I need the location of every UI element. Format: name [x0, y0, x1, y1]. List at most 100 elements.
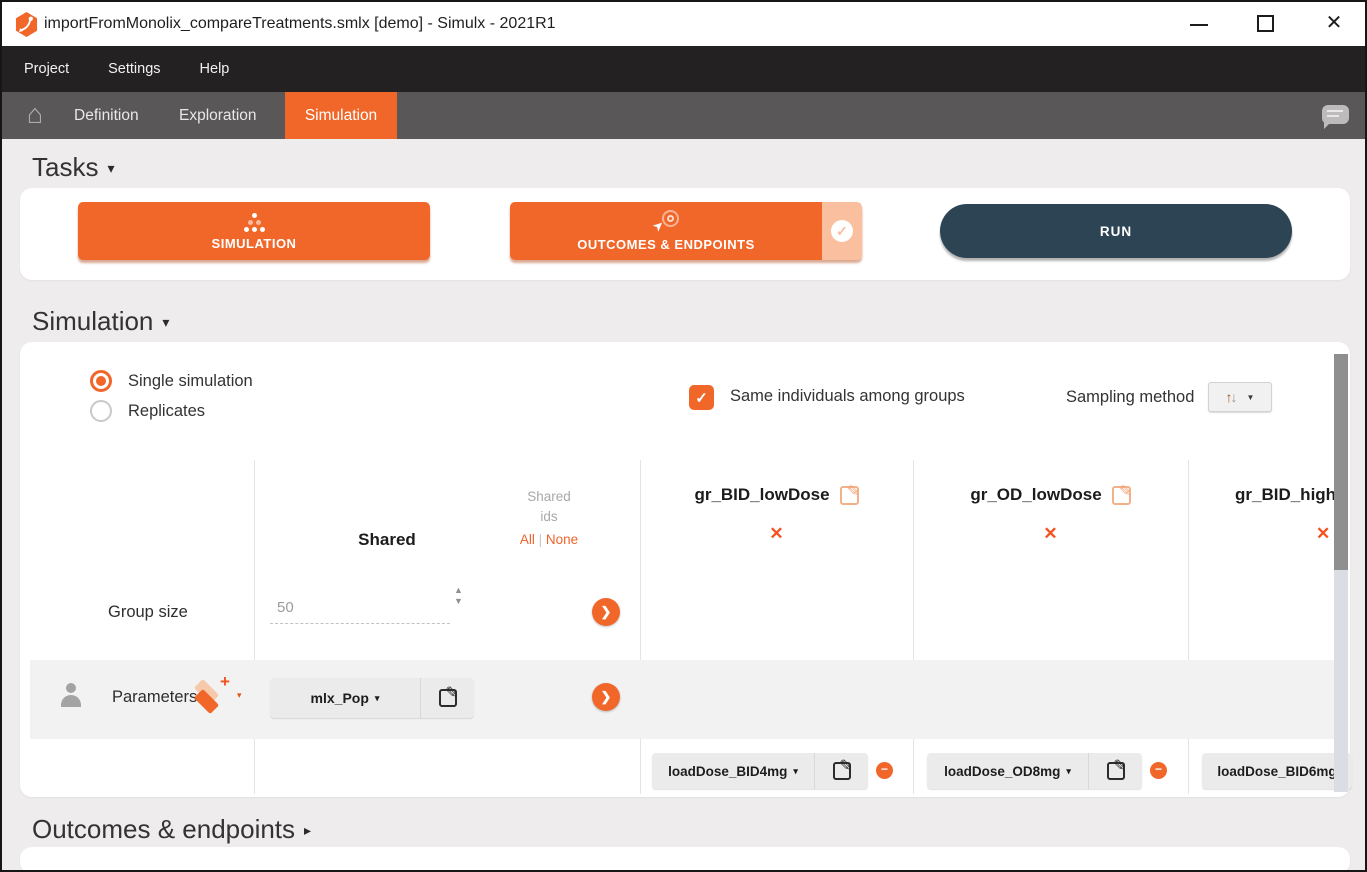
shared-ids-label-line2: ids	[509, 509, 589, 524]
same-individuals-label[interactable]: Same individuals among groups	[730, 387, 965, 406]
simulation-section-heading[interactable]: Simulation ▾	[32, 306, 169, 337]
title-bar: importFromMonolix_compareTreatments.smlx…	[2, 2, 1365, 46]
shared-ids-separator: |	[539, 532, 543, 547]
group-2-remove-icon[interactable]: ✕	[913, 524, 1188, 544]
group-size-input[interactable]	[270, 592, 450, 624]
edit-pencil-icon: ✎	[833, 762, 851, 780]
tab-bar: ⌂ Definition Exploration Simulation	[2, 92, 1365, 139]
simulation-collapse-caret-icon: ▾	[162, 314, 169, 330]
outcomes-task-label: OUTCOMES & ENDPOINTS	[577, 237, 755, 252]
outcomes-done-check-icon: ✓	[831, 220, 853, 242]
group-2-edit-icon[interactable]: ✎	[1112, 486, 1131, 505]
sampling-caret-icon: ▼	[1247, 393, 1255, 402]
group-2-treatment-remove-icon[interactable]: −	[1150, 762, 1167, 779]
outcomes-done-strip[interactable]: ✓	[822, 202, 862, 260]
shared-column-header: Shared	[327, 530, 447, 550]
vertical-scrollbar-track[interactable]	[1334, 354, 1348, 792]
simulation-heading-label: Simulation	[32, 306, 153, 336]
group-3-treatment-combo: loadDose_BID6mg	[1202, 753, 1352, 789]
tab-definition[interactable]: Definition	[74, 92, 139, 139]
parameters-row-label: Parameters	[112, 688, 197, 707]
stepper-up-icon[interactable]: ▲	[454, 586, 463, 595]
shared-parameters-dropdown[interactable]: mlx_Pop ▾	[270, 678, 420, 718]
sort-down-arrow-icon: ↓	[1231, 389, 1238, 405]
tasks-card: SIMULATION ➤ OUTCOMES & ENDPOINTS ✓ RUN	[20, 188, 1350, 280]
edit-pencil-icon: ✎	[1107, 762, 1125, 780]
app-window: importFromMonolix_compareTreatments.smlx…	[0, 0, 1367, 872]
tasks-section-heading[interactable]: Tasks ▾	[32, 152, 115, 183]
dropdown-caret-icon: ▾	[375, 693, 380, 704]
menu-bar: Project Settings Help	[2, 46, 1365, 92]
group-1-treatment-edit-button[interactable]: ✎	[815, 753, 868, 789]
simulation-task-button[interactable]: SIMULATION	[78, 202, 430, 260]
replicates-radio[interactable]	[90, 400, 112, 422]
outcomes-heading-label: Outcomes & endpoints	[32, 814, 295, 844]
target-arrow-icon: ➤	[653, 210, 679, 234]
menu-project[interactable]: Project	[24, 61, 69, 77]
feedback-bubble-icon[interactable]	[1322, 105, 1349, 124]
group-1-treatment-remove-icon[interactable]: −	[876, 762, 893, 779]
shared-parameters-edit-button[interactable]: ✎	[421, 678, 474, 718]
app-logo-icon	[15, 12, 38, 37]
window-title: importFromMonolix_compareTreatments.smlx…	[44, 2, 556, 46]
outcomes-task-main[interactable]: ➤ OUTCOMES & ENDPOINTS	[510, 202, 822, 260]
group-1-remove-icon[interactable]: ✕	[640, 524, 913, 544]
group-size-stepper[interactable]: ▲ ▼	[454, 586, 463, 606]
outcomes-task-button[interactable]: ➤ OUTCOMES & ENDPOINTS ✓	[510, 202, 862, 260]
group-1-edit-icon[interactable]: ✎	[840, 486, 859, 505]
simulation-task-label: SIMULATION	[212, 236, 297, 251]
group-3-name: gr_BID_highD	[1235, 485, 1338, 505]
add-parameter-caret-icon[interactable]: ▾	[237, 690, 242, 701]
close-button[interactable]: ✕	[1314, 2, 1354, 46]
edit-pencil-icon: ✎	[439, 689, 457, 707]
group-2-treatment-combo: loadDose_OD8mg ▾ ✎	[927, 753, 1142, 789]
group-1-treatment-value: loadDose_BID4mg	[668, 764, 787, 779]
parameters-apply-button[interactable]: ❯	[592, 683, 620, 711]
tab-simulation[interactable]: Simulation	[285, 92, 397, 139]
shared-ids-links: All | None	[509, 532, 589, 547]
menu-help[interactable]: Help	[200, 61, 230, 77]
sampling-method-label: Sampling method	[1066, 388, 1194, 407]
group-2-name: gr_OD_lowDose	[970, 485, 1101, 505]
shared-ids-none-link[interactable]: None	[546, 532, 578, 547]
home-icon[interactable]: ⌂	[18, 92, 52, 139]
single-simulation-label[interactable]: Single simulation	[128, 370, 253, 392]
shared-ids-label-line1: Shared	[509, 489, 589, 504]
dropdown-caret-icon: ▾	[1066, 766, 1071, 777]
column-divider	[640, 460, 641, 794]
same-individuals-checkbox[interactable]: ✓	[689, 385, 714, 410]
group-size-apply-button[interactable]: ❯	[592, 598, 620, 626]
group-1-name: gr_BID_lowDose	[694, 485, 829, 505]
shared-parameters-value: mlx_Pop	[311, 690, 369, 706]
population-dots-icon	[237, 211, 271, 233]
group-3-treatment-dropdown[interactable]: loadDose_BID6mg	[1202, 753, 1352, 789]
group-2-treatment-value: loadDose_OD8mg	[944, 764, 1060, 779]
group-1-treatment-combo: loadDose_BID4mg ▾ ✎	[652, 753, 868, 789]
stepper-down-icon[interactable]: ▼	[454, 597, 463, 606]
maximize-button[interactable]	[1246, 2, 1286, 46]
outcomes-card-collapsed	[20, 847, 1350, 872]
replicates-label[interactable]: Replicates	[128, 400, 205, 422]
group-1-treatment-dropdown[interactable]: loadDose_BID4mg ▾	[652, 753, 814, 789]
group-2-treatment-dropdown[interactable]: loadDose_OD8mg ▾	[927, 753, 1088, 789]
sampling-method-dropdown[interactable]: ↑ ↓ ▼	[1208, 382, 1272, 412]
tasks-collapse-caret-icon: ▾	[107, 160, 114, 176]
run-button[interactable]: RUN	[940, 204, 1292, 258]
tab-exploration[interactable]: Exploration	[179, 92, 257, 139]
outcomes-section-heading[interactable]: Outcomes & endpoints▸	[32, 814, 311, 845]
group-2-treatment-edit-button[interactable]: ✎	[1089, 753, 1142, 789]
column-divider	[254, 460, 255, 794]
person-icon	[66, 683, 76, 693]
group-header-1: gr_BID_lowDose ✎	[640, 485, 913, 505]
minimize-button[interactable]	[1180, 2, 1220, 46]
vertical-scrollbar-thumb[interactable]	[1334, 354, 1348, 570]
shared-parameters-combo: mlx_Pop ▾ ✎	[270, 678, 474, 718]
tasks-heading-label: Tasks	[32, 152, 98, 182]
shared-ids-all-link[interactable]: All	[520, 532, 535, 547]
group-3-remove-icon[interactable]: ✕	[1316, 524, 1330, 544]
column-divider	[1188, 460, 1189, 794]
single-simulation-radio[interactable]	[90, 370, 112, 392]
menu-settings[interactable]: Settings	[108, 61, 160, 77]
add-parameter-plus-icon[interactable]: +	[220, 672, 230, 692]
group-3-treatment-value: loadDose_BID6mg	[1217, 764, 1336, 779]
